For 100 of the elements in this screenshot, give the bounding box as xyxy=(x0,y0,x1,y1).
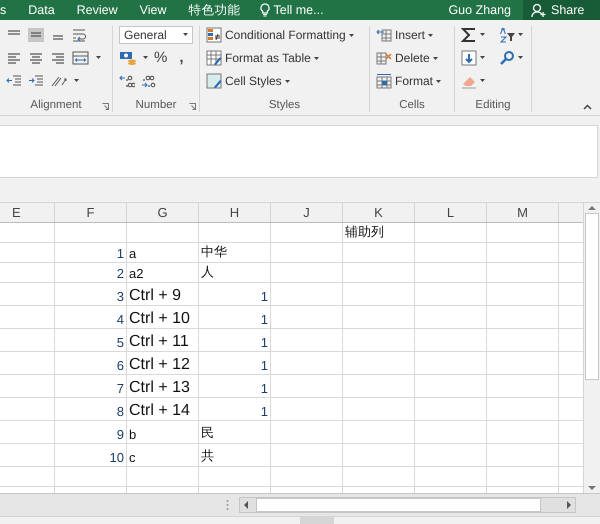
cell-text: 2 xyxy=(116,266,124,281)
cell-text: 1 xyxy=(260,312,268,327)
cell-text: 3 xyxy=(116,289,124,304)
column-header[interactable]: E xyxy=(0,203,55,222)
scrollbar-thumb[interactable] xyxy=(256,498,541,512)
caret-icon xyxy=(183,33,188,36)
comma-style-button[interactable]: , xyxy=(179,49,184,66)
ribbon-button[interactable]: Format as Table xyxy=(206,50,319,66)
ribbon-tab[interactable]: 特色功能 xyxy=(178,0,252,20)
column-header[interactable]: L xyxy=(415,203,487,222)
cell-styles-icon xyxy=(206,73,222,89)
caret-icon xyxy=(480,33,485,36)
cell-text: Ctrl + 9 xyxy=(129,287,182,305)
share-button[interactable]: Share xyxy=(523,0,600,20)
column-header[interactable]: K xyxy=(343,203,415,222)
merge-cells-icon[interactable] xyxy=(72,50,90,64)
cell-text: Ctrl + 10 xyxy=(129,310,190,328)
cell-text: 7 xyxy=(116,381,124,396)
ribbon-button[interactable]: Conditional Formatting xyxy=(206,27,354,43)
caret-icon xyxy=(432,56,438,60)
cell-text: a2 xyxy=(129,266,144,281)
splitter-handle-icon[interactable] xyxy=(226,499,229,511)
group-label: Editing xyxy=(475,99,511,112)
ribbon-tab[interactable]: s xyxy=(0,0,18,20)
cell-text: 1 xyxy=(260,404,268,419)
cell-text: Ctrl + 13 xyxy=(129,379,190,397)
dialog-launcher-icon[interactable] xyxy=(189,103,196,110)
sum-icon[interactable] xyxy=(461,26,477,42)
caret-icon xyxy=(480,79,485,82)
group-label: Cells xyxy=(399,99,425,112)
column-header[interactable]: M xyxy=(487,203,559,222)
middle-align-icon[interactable] xyxy=(28,28,44,42)
user-name[interactable]: Guo Zhang xyxy=(436,0,523,20)
cell-text: 共 xyxy=(201,447,214,465)
collapse-ribbon-icon[interactable] xyxy=(583,104,592,110)
ribbon-tab[interactable]: Data xyxy=(17,0,66,20)
ribbon-button[interactable]: Format xyxy=(376,73,442,89)
cell-text: 6 xyxy=(116,358,124,373)
ribbon-tab[interactable]: View xyxy=(128,0,178,20)
decrease-indent-icon[interactable] xyxy=(6,74,22,88)
cell-text: 人 xyxy=(201,263,214,281)
caret-icon xyxy=(348,34,354,36)
caret-icon xyxy=(143,56,148,59)
dialog-launcher-icon[interactable] xyxy=(102,103,109,110)
cell-text: 10 xyxy=(110,450,124,465)
center-icon[interactable] xyxy=(28,50,44,64)
column-header[interactable]: F xyxy=(55,203,127,222)
number-format-dropdown[interactable]: General xyxy=(119,26,193,44)
fill-down-icon[interactable] xyxy=(461,50,477,66)
scrollbar-thumb[interactable] xyxy=(585,213,599,380)
caret-icon xyxy=(480,56,485,59)
insert-cells-icon xyxy=(376,27,392,43)
percent-style-button[interactable]: % xyxy=(154,49,168,66)
sort-filter-icon[interactable] xyxy=(499,26,515,42)
delete-cells-icon xyxy=(376,50,392,66)
group-label: Alignment xyxy=(30,99,82,112)
search-icon[interactable] xyxy=(499,50,515,66)
tell-me-search[interactable]: Tell me... xyxy=(274,3,324,17)
cell-text: a xyxy=(129,246,136,261)
cell-text: 9 xyxy=(116,427,124,442)
cell-text: c xyxy=(129,450,136,465)
column-header[interactable]: G xyxy=(127,203,199,222)
align-left-icon[interactable] xyxy=(6,50,22,64)
cell-text: b xyxy=(129,427,136,442)
cell-text: 1 xyxy=(260,358,268,373)
cell-text: Ctrl + 12 xyxy=(129,356,190,374)
ribbon-button[interactable]: Insert xyxy=(376,27,434,43)
increase-indent-icon[interactable] xyxy=(28,74,44,88)
caret-icon xyxy=(74,79,79,82)
group-label: Number xyxy=(136,99,176,112)
align-right-icon[interactable] xyxy=(50,50,66,64)
cell-text: 5 xyxy=(116,335,124,350)
ribbon-tab[interactable]: Review xyxy=(66,0,129,20)
table-icon xyxy=(206,50,222,66)
caret-icon xyxy=(518,33,523,36)
ribbon-button[interactable]: Delete xyxy=(376,50,438,66)
caret-icon xyxy=(436,80,442,82)
cell-text: 1 xyxy=(260,289,268,304)
column-header[interactable]: H xyxy=(199,203,271,222)
caret-icon xyxy=(96,56,101,59)
cell-text: 8 xyxy=(116,404,124,419)
ribbon-button[interactable]: Cell Styles xyxy=(206,73,290,89)
cell-text: 民 xyxy=(201,424,214,442)
caret-icon xyxy=(284,80,290,82)
column-header[interactable]: J xyxy=(271,203,343,222)
decrease-decimal-icon[interactable] xyxy=(141,74,157,88)
conditional-formatting-icon xyxy=(206,27,222,43)
caret-icon xyxy=(428,34,434,36)
cell-text: 1 xyxy=(116,246,124,261)
format-cells-icon xyxy=(376,73,392,89)
cell-text: Ctrl + 11 xyxy=(129,333,189,351)
cell-text: 辅助列 xyxy=(345,223,384,241)
scroll-up-icon[interactable] xyxy=(588,205,596,210)
cell-text: 1 xyxy=(260,381,268,396)
caret-icon xyxy=(518,56,523,59)
increase-decimal-icon[interactable] xyxy=(119,74,135,88)
group-label: Styles xyxy=(268,99,300,112)
currency-icon[interactable] xyxy=(119,50,137,64)
scroll-down-icon[interactable] xyxy=(588,486,596,491)
caret-icon xyxy=(314,56,319,60)
